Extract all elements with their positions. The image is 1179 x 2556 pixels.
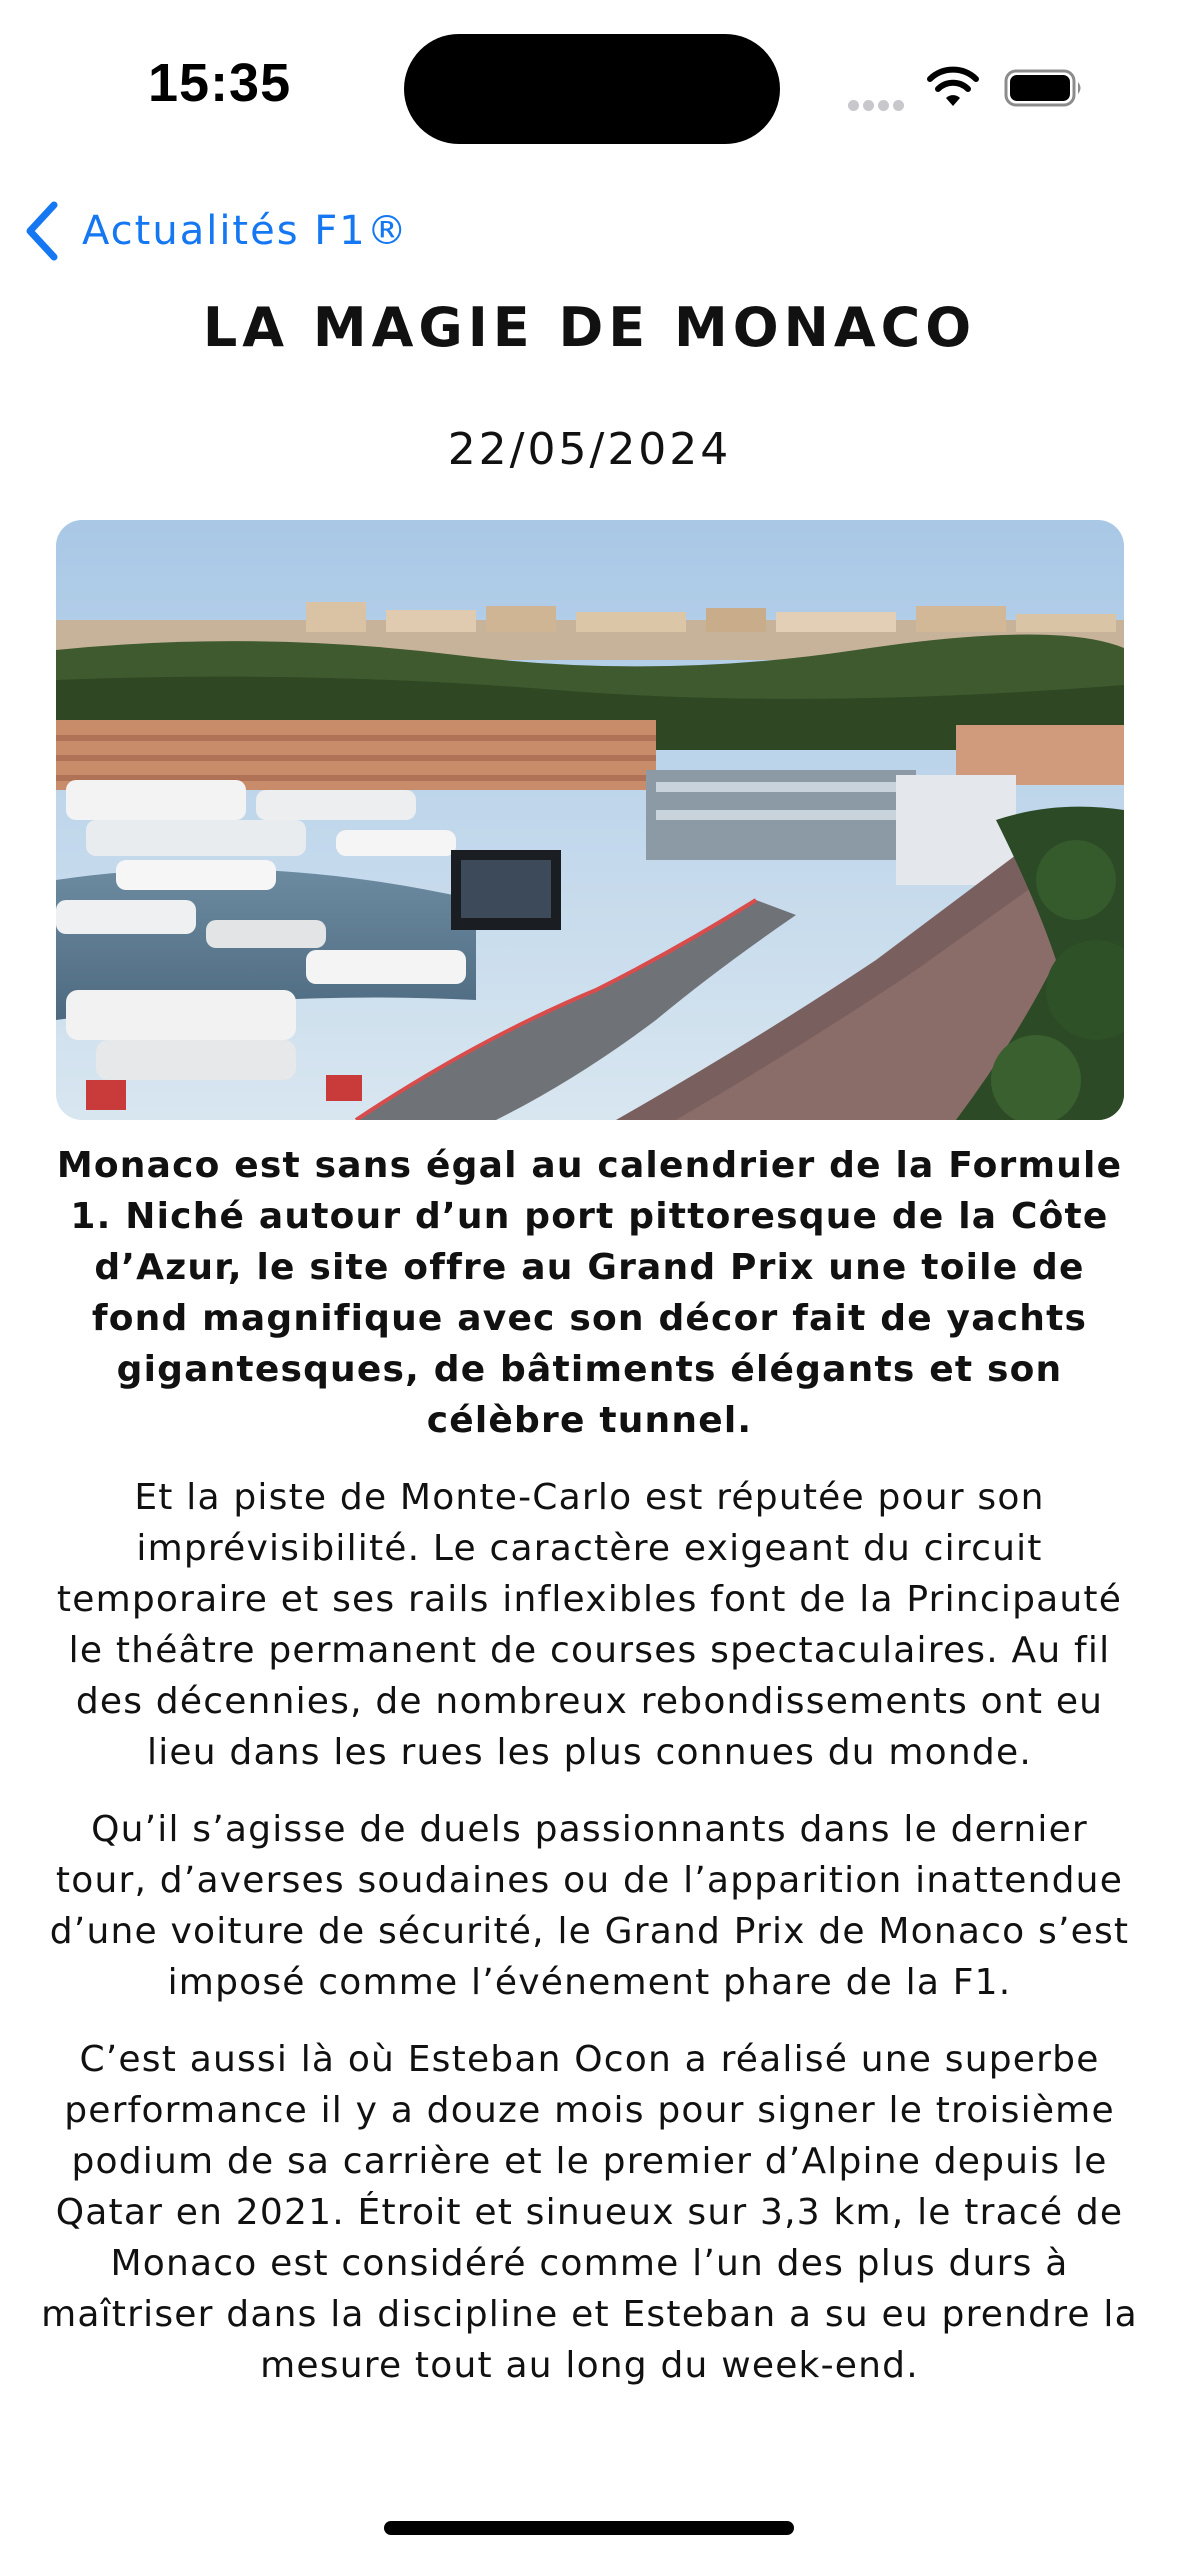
back-button[interactable]: Actualités F1® <box>24 196 409 266</box>
article-paragraph: Et la piste de Monte-Carlo est réputée p… <box>56 1477 1123 1773</box>
cellular-signal-icon <box>848 96 908 111</box>
article-title: LA MAGIE DE MONACO <box>202 296 977 359</box>
home-indicator[interactable] <box>384 2521 794 2535</box>
status-bar: 15:35 <box>0 0 1179 170</box>
article-date: 22/05/2024 <box>447 424 732 475</box>
dynamic-island <box>404 34 780 144</box>
wifi-icon <box>926 66 980 110</box>
status-time: 15:35 <box>148 53 292 113</box>
battery-icon <box>1004 68 1084 108</box>
article-paragraph: C’est aussi là où Esteban Ocon a réalisé… <box>41 2039 1138 2386</box>
back-button-label: Actualités F1® <box>82 208 409 254</box>
article-lead: Monaco est sans égal au calendrier de la… <box>56 1145 1123 1441</box>
chevron-left-icon <box>24 201 60 261</box>
article-paragraph: Qu’il s’agisse de duels passionnants dan… <box>49 1809 1130 2003</box>
article-body: Monaco est sans égal au calendrier de la… <box>40 1140 1139 2417</box>
article-hero-image <box>56 520 1124 1120</box>
